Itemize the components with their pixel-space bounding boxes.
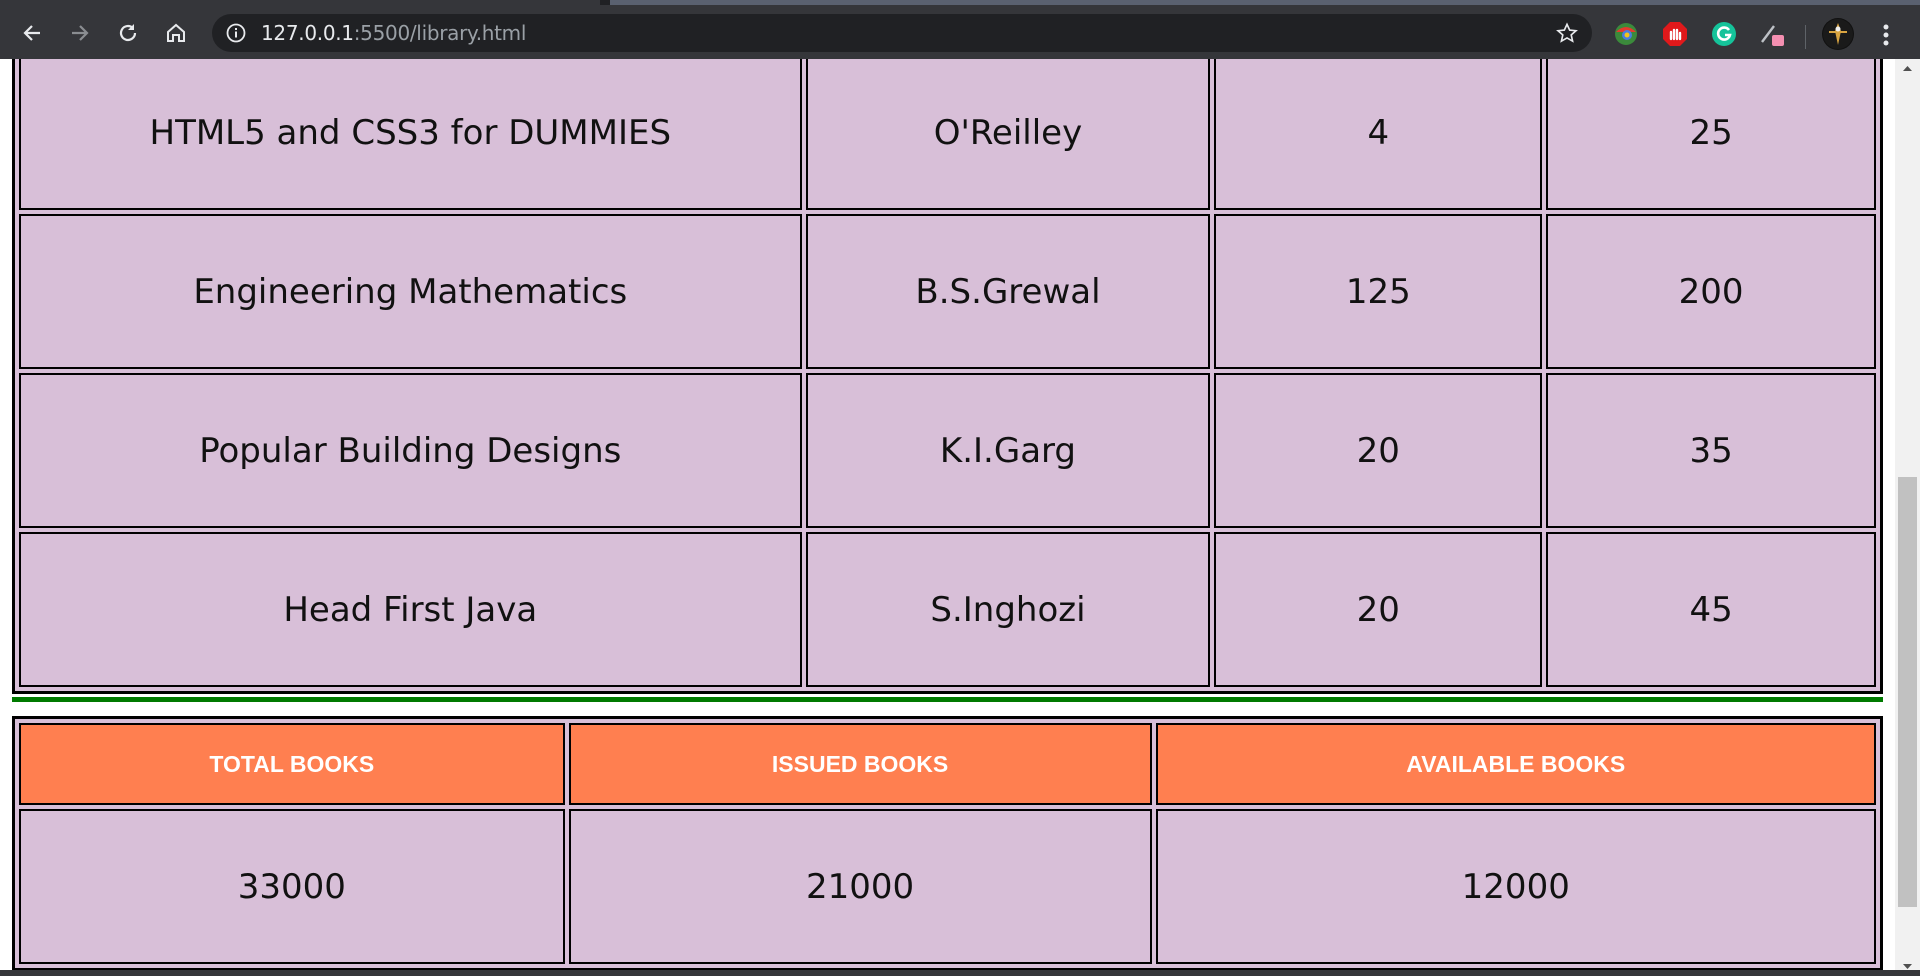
table-row: HTML5 and CSS3 for DUMMIES O'Reilley 4 2… xyxy=(19,59,1876,210)
scrollbar-thumb[interactable] xyxy=(1898,477,1917,907)
forward-button[interactable] xyxy=(62,15,98,51)
adblock-hand-icon[interactable] xyxy=(1661,20,1689,48)
pen-extension-icon[interactable] xyxy=(1758,20,1786,48)
book-count-a: 20 xyxy=(1214,532,1543,687)
book-count-b: 35 xyxy=(1546,373,1876,528)
bottom-frame xyxy=(0,970,1920,976)
summary-value-row: 33000 21000 12000 xyxy=(19,809,1876,964)
book-count-a: 4 xyxy=(1214,59,1543,210)
scroll-up-arrow-icon[interactable] xyxy=(1895,59,1920,79)
page-viewport: HTML5 and CSS3 for DUMMIES O'Reilley 4 2… xyxy=(0,59,1920,976)
book-count-a: 125 xyxy=(1214,214,1543,369)
available-books-header: AVAILABLE BOOKS xyxy=(1155,723,1876,805)
profile-emblem-icon xyxy=(1823,19,1853,49)
home-icon xyxy=(167,23,185,42)
url-path: :5500/library.html xyxy=(353,21,527,45)
info-icon[interactable] xyxy=(226,23,246,43)
address-bar[interactable]: 127.0.0.1:5500/library.html xyxy=(212,14,1592,52)
book-author: K.I.Garg xyxy=(805,373,1211,528)
summary-header-row: TOTAL BOOKS ISSUED BOOKS AVAILABLE BOOKS xyxy=(19,723,1876,805)
reload-button[interactable] xyxy=(110,15,146,51)
book-title: HTML5 and CSS3 for DUMMIES xyxy=(19,59,802,210)
book-count-a: 20 xyxy=(1214,373,1543,528)
reload-icon xyxy=(119,24,137,42)
url-host: 127.0.0.1 xyxy=(261,21,354,45)
green-divider xyxy=(12,697,1883,702)
kebab-menu-icon[interactable] xyxy=(1876,21,1896,49)
available-books-value: 12000 xyxy=(1155,809,1876,964)
home-button[interactable] xyxy=(158,15,194,51)
book-title: Head First Java xyxy=(19,532,802,687)
back-button[interactable] xyxy=(14,15,50,51)
forward-arrow-icon xyxy=(72,25,89,41)
total-books-value: 33000 xyxy=(19,809,565,964)
book-author: B.S.Grewal xyxy=(805,214,1211,369)
book-author: O'Reilley xyxy=(805,59,1211,210)
book-author: S.Inghozi xyxy=(805,532,1211,687)
issued-books-header: ISSUED BOOKS xyxy=(568,723,1152,805)
browser-toolbar: 127.0.0.1:5500/library.html xyxy=(0,5,1920,59)
back-arrow-icon xyxy=(23,25,40,41)
table-row: Popular Building Designs K.I.Garg 20 35 xyxy=(19,373,1876,528)
grammarly-icon[interactable] xyxy=(1710,20,1738,48)
book-title: Popular Building Designs xyxy=(19,373,802,528)
book-count-b: 25 xyxy=(1546,59,1876,210)
issued-books-value: 21000 xyxy=(568,809,1152,964)
url-text[interactable]: 127.0.0.1:5500/library.html xyxy=(261,14,526,52)
colorful-extension-icon[interactable] xyxy=(1612,20,1640,48)
total-books-header: TOTAL BOOKS xyxy=(19,723,565,805)
profile-avatar[interactable] xyxy=(1822,18,1854,50)
vertical-scrollbar[interactable] xyxy=(1895,59,1920,976)
book-count-b: 200 xyxy=(1546,214,1876,369)
book-count-b: 45 xyxy=(1546,532,1876,687)
star-icon[interactable] xyxy=(1556,22,1578,44)
book-title: Engineering Mathematics xyxy=(19,214,802,369)
summary-table: TOTAL BOOKS ISSUED BOOKS AVAILABLE BOOKS… xyxy=(12,716,1883,971)
table-row: Engineering Mathematics B.S.Grewal 125 2… xyxy=(19,214,1876,369)
table-row: Head First Java S.Inghozi 20 45 xyxy=(19,532,1876,687)
toolbar-separator xyxy=(1805,25,1806,49)
books-table: HTML5 and CSS3 for DUMMIES O'Reilley 4 2… xyxy=(12,59,1883,694)
